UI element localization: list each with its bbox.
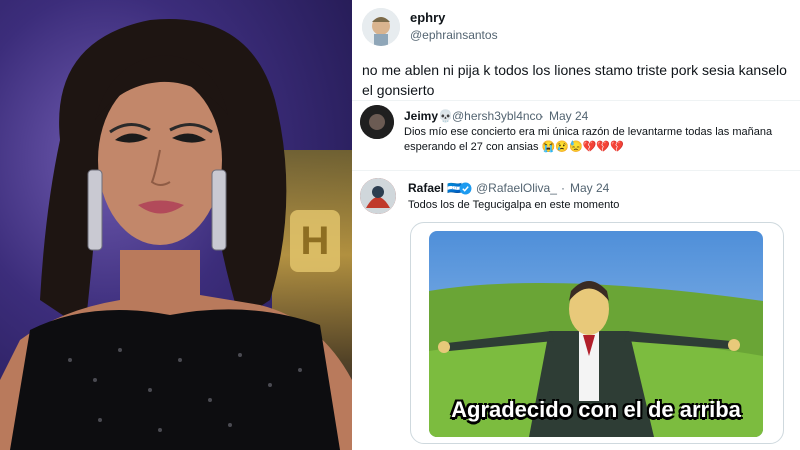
user-photo-icon — [360, 105, 394, 139]
ephry-avatar[interactable] — [362, 8, 400, 46]
reply-2-separator: · — [561, 181, 565, 195]
featured-photo: H — [0, 0, 352, 450]
reply-2-date[interactable]: May 24 — [570, 181, 609, 195]
meme-caption: Agradecido con el de arriba — [451, 397, 741, 422]
meme-image-card[interactable]: Agradecido con el de arriba — [410, 222, 784, 444]
reply-1-date[interactable]: May 24 — [549, 109, 588, 123]
meme-image: Agradecido con el de arriba — [429, 231, 763, 437]
sports-team-avatar-icon — [360, 178, 396, 214]
cartoon-avatar-icon — [362, 8, 400, 46]
reply-1-text: Dios mío ese concierto era mi única razó… — [404, 126, 773, 153]
reply-1-display-name[interactable]: Jeimy💀 — [404, 109, 453, 123]
verified-badge-icon — [459, 182, 472, 195]
main-tweet-display-name[interactable]: ephry — [410, 10, 445, 25]
reply-2-text: Todos los de Tegucigalpa en este momento — [408, 199, 620, 211]
reply-2-display-name[interactable]: Rafael 🇭🇳 — [408, 181, 462, 195]
main-tweet-handle[interactable]: @ephrainsantos — [410, 28, 498, 42]
tweet-thread: ephry @ephrainsantos no me ablen ni pija… — [352, 0, 800, 450]
rafael-avatar[interactable] — [360, 178, 396, 214]
reply-1-separator: · — [540, 109, 544, 123]
woman-portrait-illustration — [0, 19, 352, 450]
divider — [352, 170, 800, 171]
main-tweet-text: no me ablen ni pija k todos los liones s… — [362, 62, 787, 98]
divider — [352, 100, 800, 101]
reply-2-handle[interactable]: @RafaelOliva_ — [476, 181, 557, 195]
jeimy-avatar[interactable] — [360, 105, 394, 139]
reply-1-handle[interactable]: @hersh3ybl4nco — [452, 109, 542, 123]
